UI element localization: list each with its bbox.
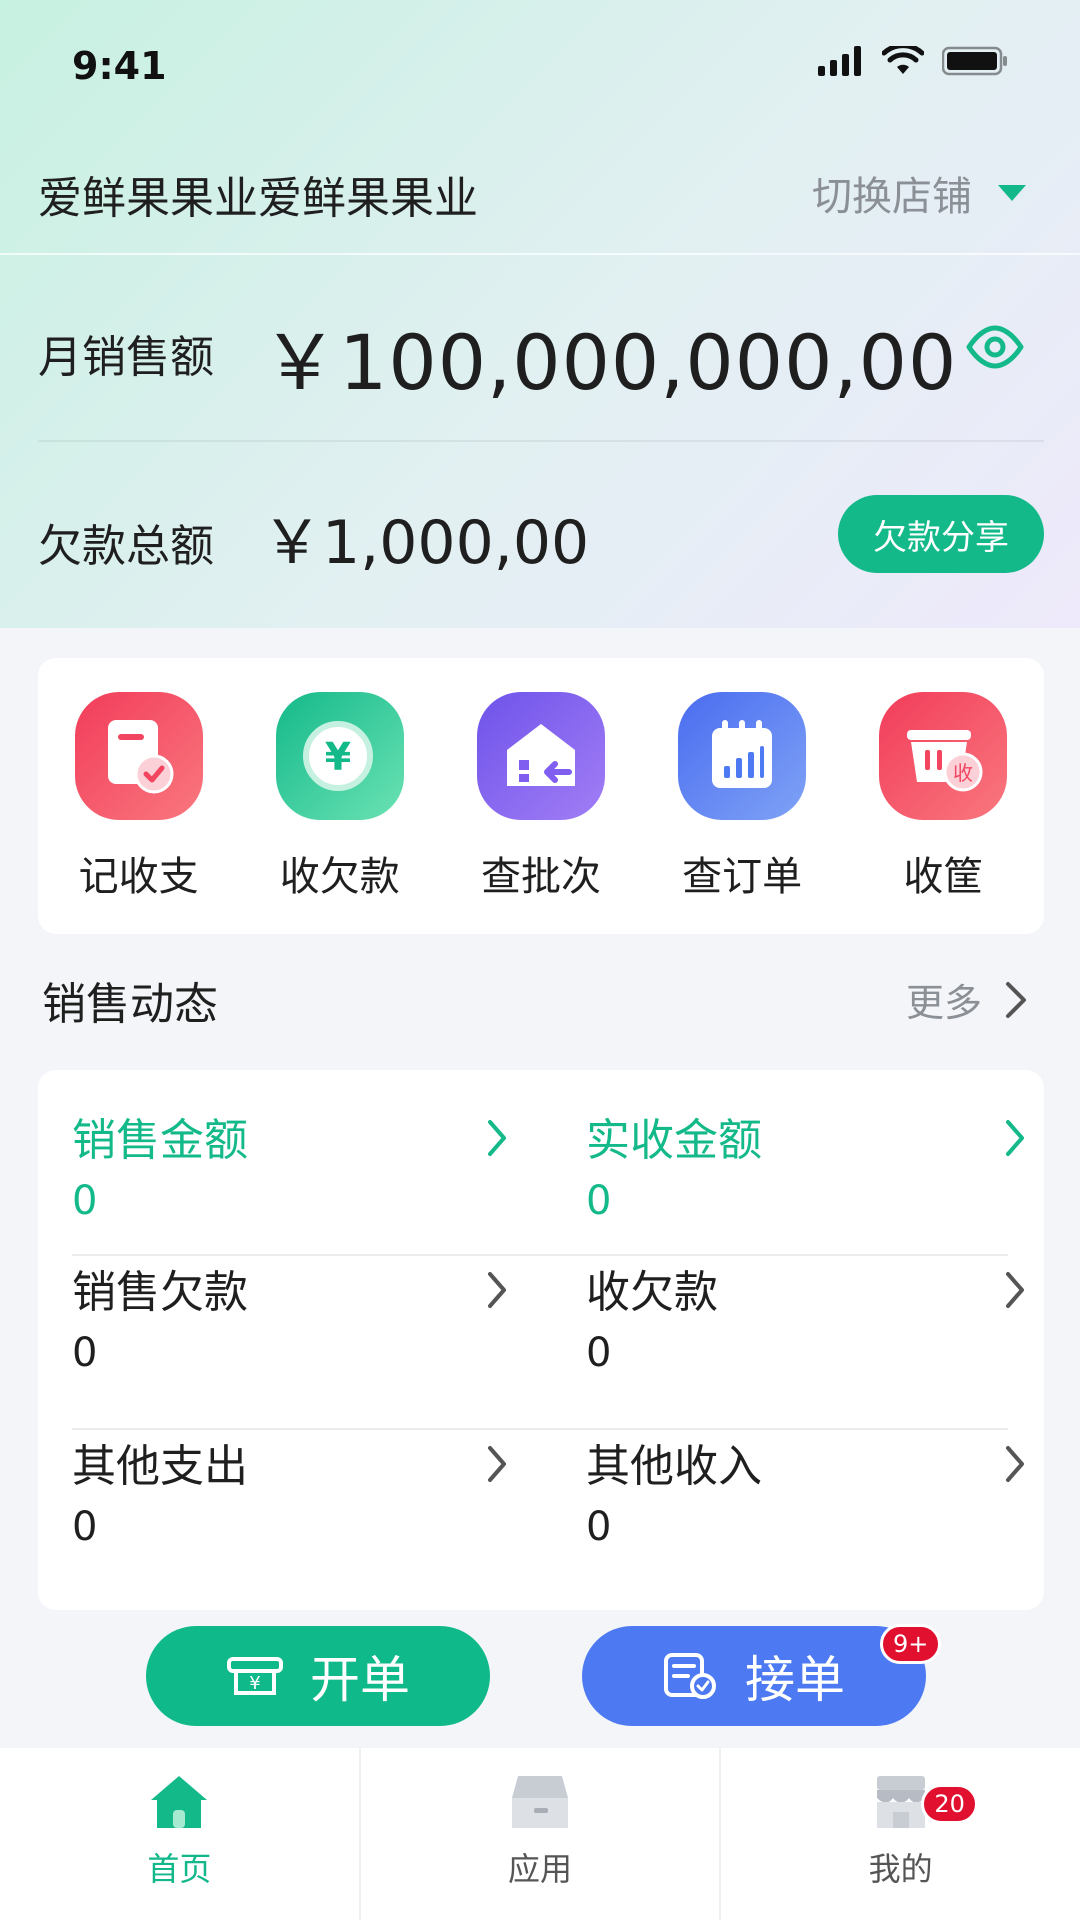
stat-sales-amount[interactable]: 销售金额 0: [72, 1104, 532, 1254]
chevron-right-icon: [1006, 1120, 1024, 1156]
mine-badge: 20: [921, 1784, 978, 1824]
quick-action-ledger[interactable]: 记收支: [49, 692, 229, 902]
status-time: 9:41: [72, 44, 167, 88]
quick-action-label: 收筐: [903, 854, 984, 900]
take-order-badge: 9+: [880, 1624, 942, 1664]
quick-action-label: 收欠款: [279, 854, 400, 900]
stat-label: 实收金额: [586, 1115, 762, 1166]
signal-icon: [818, 46, 864, 80]
sales-stats-card: 销售金额 0 实收金额 0 销售欠款 0 收欠款 0 其他支出 0 其他收入 0: [38, 1070, 1044, 1610]
ledger-icon: [74, 692, 203, 820]
tab-label: 首页: [147, 1850, 212, 1888]
take-order-button[interactable]: 接单: [582, 1626, 926, 1726]
stat-other-income[interactable]: 其他收入 0: [586, 1430, 1046, 1580]
dropdown-arrow-icon: [998, 185, 1026, 201]
stat-label: 销售欠款: [72, 1267, 248, 1318]
stat-value: 0: [72, 1330, 98, 1376]
more-label: 更多: [905, 981, 982, 1025]
stat-sales-debt[interactable]: 销售欠款 0: [72, 1256, 532, 1406]
basket-icon: 收: [879, 692, 1008, 820]
drawer-icon: [512, 1776, 568, 1828]
stats-row: 其他支出 0 其他收入 0: [38, 1430, 1044, 1608]
store-name: 爱鲜果果业爱鲜果果业: [38, 173, 478, 224]
stats-row: 销售金额 0 实收金额 0: [38, 1070, 1044, 1248]
summary-divider: [38, 440, 1044, 442]
stat-received-amount[interactable]: 实收金额 0: [586, 1104, 1046, 1254]
stat-label: 收欠款: [586, 1267, 718, 1318]
monthly-sales-value: ￥100,000,000,00: [262, 318, 958, 407]
stat-value: 0: [586, 1504, 612, 1550]
total-debt-label: 欠款总额: [38, 521, 214, 572]
chevron-right-icon: [1006, 981, 1026, 1018]
tab-home[interactable]: 首页: [0, 1748, 359, 1920]
stat-other-expense[interactable]: 其他支出 0: [72, 1430, 532, 1580]
switch-store-label: 切换店铺: [812, 174, 972, 220]
cash-register-icon: ¥: [227, 1657, 283, 1695]
take-order-label: 接单: [745, 1651, 845, 1709]
stat-value: 0: [586, 1178, 612, 1224]
total-debt-value: ￥1,000,00: [262, 508, 590, 578]
svg-text:¥: ¥: [325, 735, 351, 779]
stat-label: 销售金额: [72, 1115, 248, 1166]
chevron-right-icon: [488, 1120, 506, 1156]
open-order-button[interactable]: ¥ 开单: [146, 1626, 490, 1726]
quick-action-label: 记收支: [78, 854, 199, 900]
quick-action-check-batch[interactable]: 查批次: [451, 692, 631, 902]
quick-action-check-order[interactable]: 查订单: [652, 692, 832, 902]
yuan-coin-icon: ¥: [275, 692, 404, 820]
header-divider: [0, 253, 1080, 255]
bottom-tab-bar: 首页 应用 我的 20: [0, 1748, 1080, 1920]
quick-action-collect-basket[interactable]: 收 收筐: [853, 692, 1033, 902]
chevron-right-icon: [1006, 1272, 1024, 1308]
tab-label: 应用: [508, 1850, 573, 1888]
calendar-chart-icon: [678, 692, 807, 820]
svg-text:¥: ¥: [249, 1673, 260, 1694]
stats-row: 销售欠款 0 收欠款 0: [38, 1256, 1044, 1434]
share-debt-button[interactable]: 欠款分享: [838, 495, 1044, 573]
more-link[interactable]: 更多: [906, 972, 1028, 1027]
receipt-check-icon: [664, 1653, 716, 1699]
stat-collect-debt[interactable]: 收欠款 0: [586, 1256, 1046, 1406]
monthly-sales-label: 月销售额: [38, 332, 214, 383]
stat-label: 其他收入: [586, 1441, 762, 1492]
section-title: 销售动态: [42, 979, 218, 1030]
svg-text:收: 收: [953, 761, 973, 785]
total-debt-row: 欠款总额 ￥1,000,00 欠款分享: [0, 490, 1080, 580]
quick-actions-card: 记收支 ¥ 收欠款 查批次 查订单 收 收筐: [38, 658, 1044, 934]
status-icons: [818, 43, 1008, 80]
tab-mine[interactable]: 我的 20: [719, 1748, 1080, 1920]
switch-store-button[interactable]: 切换店铺: [812, 164, 1026, 222]
header-panel: 9:41 爱鲜果果业爱鲜果果业 切换店铺 月销售额 ￥100,000,000,0…: [0, 0, 1080, 628]
wifi-icon: [881, 43, 925, 80]
home-screen: 9:41 爱鲜果果业爱鲜果果业 切换店铺 月销售额 ￥100,000,000,0…: [0, 0, 1080, 1920]
home-icon: [151, 1776, 208, 1828]
open-order-label: 开单: [310, 1651, 410, 1709]
chevron-right-icon: [488, 1272, 506, 1308]
status-bar: 9:41: [0, 0, 1080, 130]
eye-icon[interactable]: [966, 325, 1024, 373]
sales-activity-header: 销售动态 更多: [0, 962, 1080, 1034]
quick-action-label: 查订单: [682, 854, 803, 900]
tab-apps[interactable]: 应用: [358, 1748, 720, 1920]
quick-action-collect-debt[interactable]: ¥ 收欠款: [250, 692, 430, 902]
battery-icon: [941, 46, 1008, 80]
quick-action-label: 查批次: [480, 854, 601, 900]
chevron-right-icon: [1006, 1446, 1024, 1482]
monthly-sales-row: 月销售额 ￥100,000,000,00: [0, 295, 1080, 407]
stat-value: 0: [72, 1504, 98, 1550]
stat-label: 其他支出: [72, 1441, 248, 1492]
stat-value: 0: [586, 1330, 612, 1376]
chevron-right-icon: [488, 1446, 506, 1482]
warehouse-icon: [476, 692, 605, 820]
stat-value: 0: [72, 1178, 98, 1224]
tab-label: 我的: [868, 1850, 933, 1888]
store-row: 爱鲜果果业爱鲜果果业 切换店铺: [0, 150, 1080, 254]
